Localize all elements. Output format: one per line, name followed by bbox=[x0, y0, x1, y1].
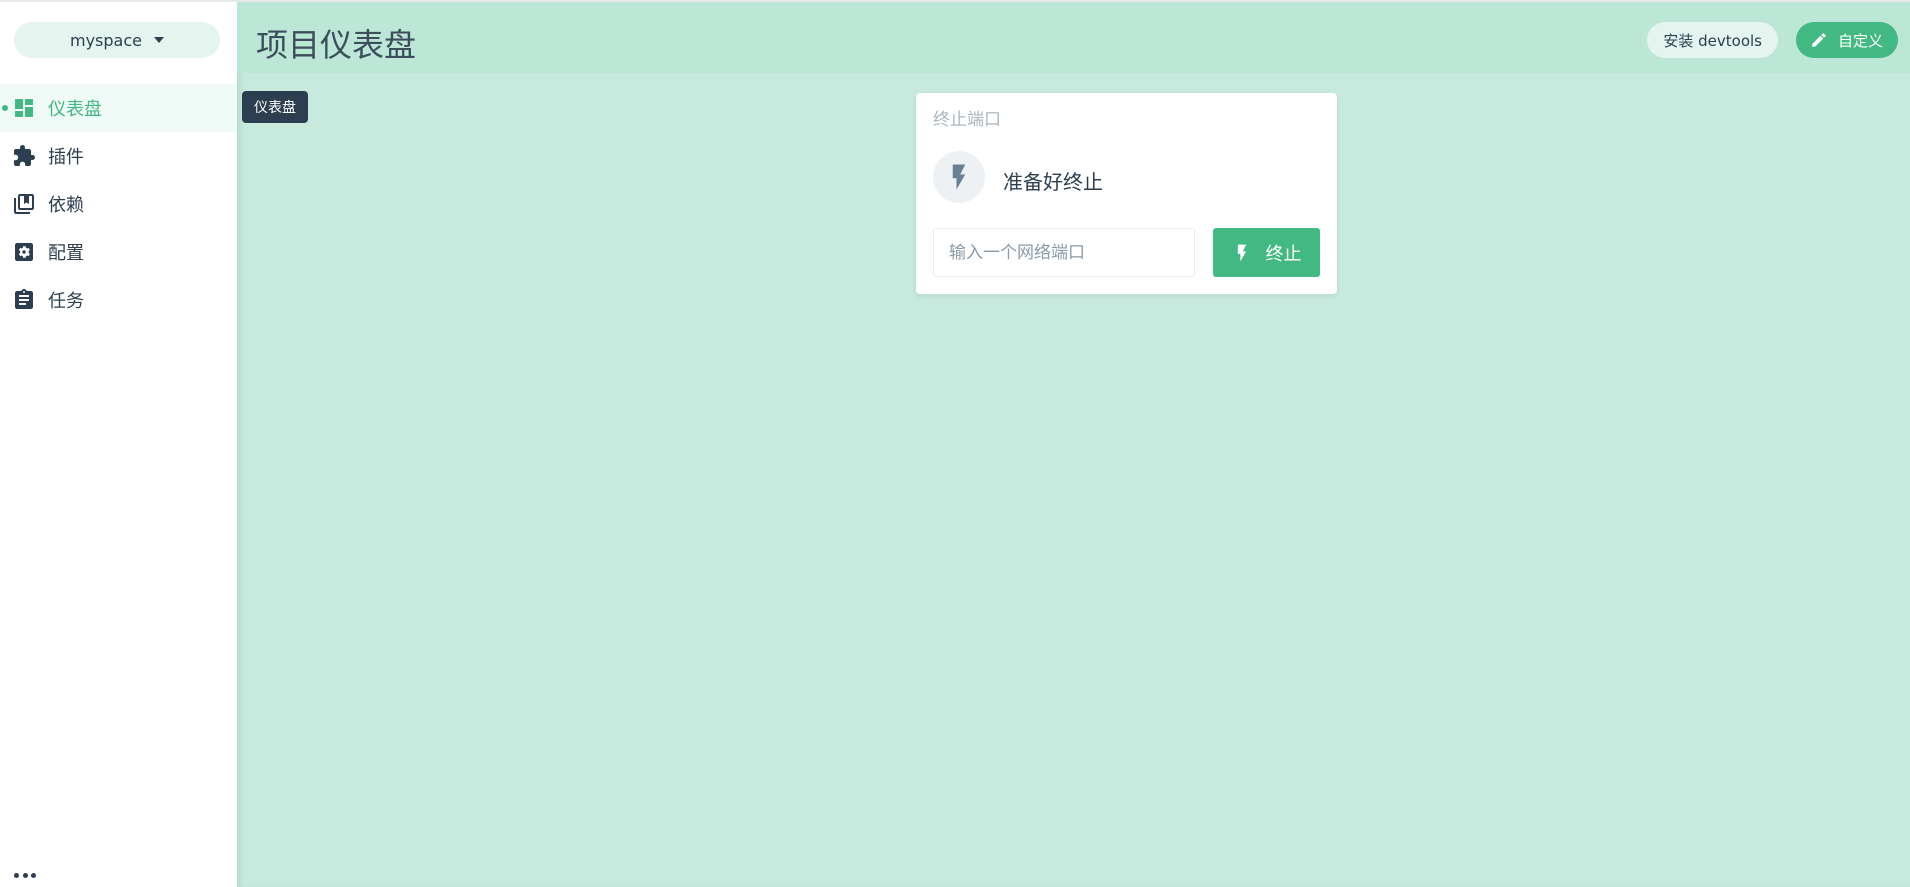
sidebar-item-label: 依赖 bbox=[48, 195, 84, 216]
library-icon bbox=[12, 192, 36, 216]
kill-port-widget: 终止端口 准备好终止 终止 bbox=[916, 93, 1337, 294]
lightning-icon bbox=[933, 151, 985, 203]
sidebar-item-dependencies[interactable]: 依赖 bbox=[0, 180, 237, 228]
sidebar-item-tasks[interactable]: 任务 bbox=[0, 276, 237, 324]
lightning-icon bbox=[1237, 244, 1246, 261]
sidebar-item-label: 仪表盘 bbox=[48, 99, 102, 120]
widget-title: 终止端口 bbox=[933, 110, 1001, 130]
sidebar-item-dashboard[interactable]: 仪表盘 bbox=[0, 84, 237, 132]
sidebar-item-label: 任务 bbox=[48, 291, 84, 312]
port-input[interactable] bbox=[933, 228, 1195, 277]
caret-down-icon bbox=[154, 37, 164, 43]
project-selector[interactable]: myspace bbox=[14, 22, 220, 58]
sidebar-item-plugins[interactable]: 插件 bbox=[0, 132, 237, 180]
more-icon[interactable] bbox=[14, 873, 36, 879]
sidebar-item-configuration[interactable]: 配置 bbox=[0, 228, 237, 276]
sidebar-nav: 仪表盘 插件 依赖 配置 任务 bbox=[0, 84, 237, 324]
app-window: myspace 仪表盘 插件 依赖 配置 任务 项目仪表盘 安装 devtool… bbox=[0, 0, 1910, 887]
main-content: 项目仪表盘 安装 devtools 自定义 仪表盘 终止端口 准备好终止 终止 bbox=[237, 0, 1910, 887]
project-name: myspace bbox=[70, 30, 142, 50]
install-devtools-button[interactable]: 安装 devtools bbox=[1647, 22, 1778, 58]
sidebar-item-label: 配置 bbox=[48, 243, 84, 264]
kill-button[interactable]: 终止 bbox=[1213, 228, 1320, 277]
status-text: 准备好终止 bbox=[1003, 170, 1103, 194]
customize-label: 自定义 bbox=[1837, 31, 1883, 50]
settings-icon bbox=[12, 240, 36, 264]
sidebar: myspace 仪表盘 插件 依赖 配置 任务 bbox=[0, 0, 237, 887]
pencil-icon bbox=[1812, 33, 1826, 47]
tooltip: 仪表盘 bbox=[242, 91, 308, 123]
sidebar-item-label: 插件 bbox=[48, 147, 84, 168]
puzzle-icon bbox=[12, 144, 36, 168]
kill-label: 终止 bbox=[1265, 243, 1302, 265]
customize-button[interactable]: 自定义 bbox=[1795, 22, 1898, 58]
page-title: 项目仪表盘 bbox=[256, 26, 417, 64]
clipboard-icon bbox=[12, 288, 36, 312]
header: 项目仪表盘 安装 devtools 自定义 bbox=[237, 2, 1910, 73]
active-indicator bbox=[2, 105, 8, 111]
dashboard-icon bbox=[12, 96, 36, 120]
